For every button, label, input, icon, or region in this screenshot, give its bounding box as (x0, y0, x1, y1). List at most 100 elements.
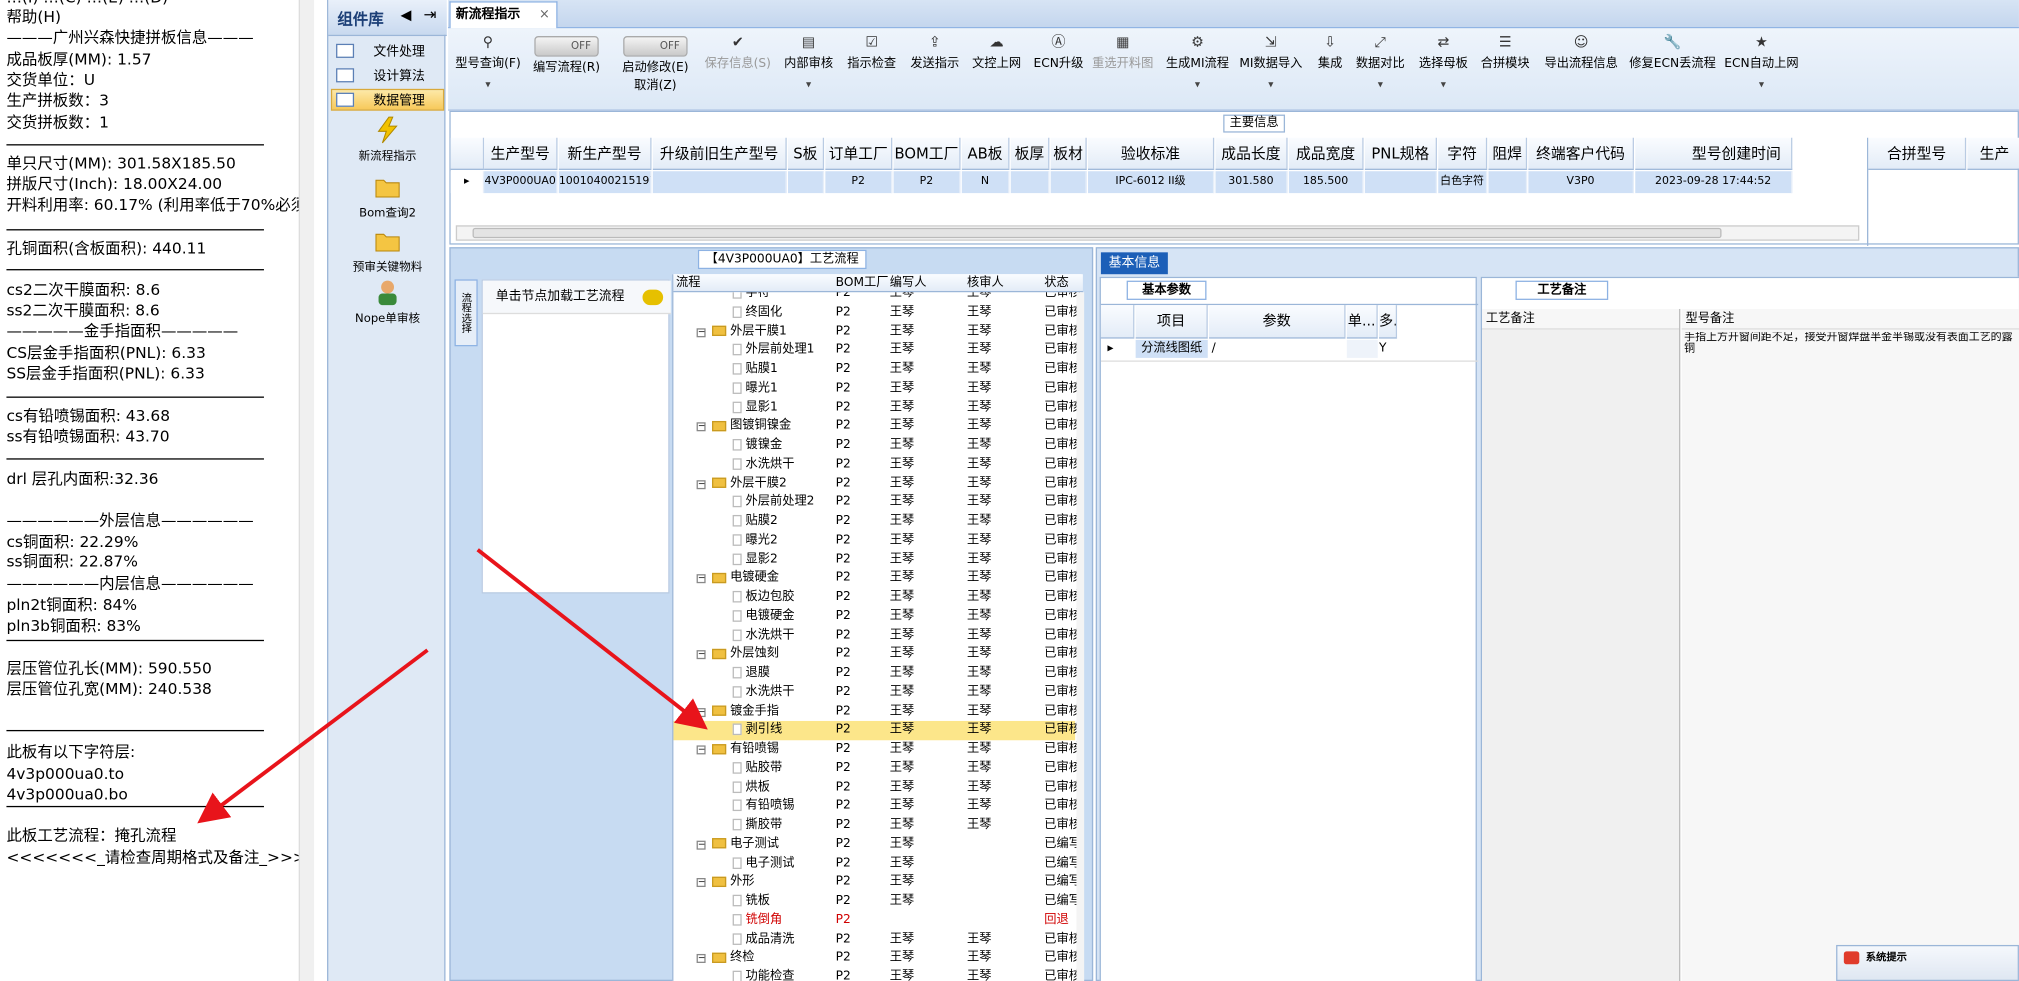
main-info-col-header[interactable]: 生产型号 (484, 137, 558, 170)
toolbar-button[interactable]: ★ ECN自动上网 ▾ (1723, 31, 1800, 108)
process-tree-row[interactable]: − 镀金手指 P2 王琴 王琴 已审核 (673, 702, 1081, 721)
main-info-cell[interactable]: 10010400215197 (558, 171, 652, 194)
process-tree-row[interactable]: − 外层蚀刻 P2 王琴 王琴 已审核 (673, 645, 1081, 664)
complib-bom-query[interactable]: Bom查询2 (328, 173, 446, 220)
param-value-cell[interactable]: / (1209, 340, 1345, 358)
process-tree-row[interactable]: 水洗烘干 P2 王琴 王琴 已审核 (673, 683, 1081, 702)
toolbar-button[interactable]: ✔ 保存信息(S) (699, 31, 776, 108)
dropdown-arrow-icon[interactable]: ▾ (1161, 79, 1233, 91)
param-col-header[interactable]: 多... (1379, 305, 1398, 339)
toolbar-button[interactable]: ☁ 文控上网 (967, 31, 1026, 108)
process-col-header[interactable]: 编写人 (890, 274, 927, 292)
main-info-col-header[interactable]: 阻焊 (1488, 137, 1528, 170)
main-info-cell[interactable]: 4V3P000UA0 (484, 171, 558, 194)
main-info-cell[interactable]: 301.580 (1215, 171, 1288, 194)
process-remark-area[interactable]: 工艺备注 (1482, 308, 1681, 981)
process-tree-row[interactable]: 显影2 P2 王琴 王琴 已审核 (673, 550, 1081, 569)
main-info-cell[interactable]: V3P0 (1528, 171, 1634, 194)
main-info-hscrollbar[interactable] (455, 225, 1860, 241)
toolbar-button[interactable]: ☺ 导出流程信息 (1540, 31, 1622, 108)
param-col-header[interactable]: 项目 (1135, 305, 1208, 339)
tab-new-process[interactable]: 新流程指示 × (449, 1, 558, 29)
expand-toggle-icon[interactable]: − (696, 954, 706, 964)
main-info-col-header[interactable]: S板 (788, 137, 825, 170)
dropdown-arrow-icon[interactable]: ▾ (1352, 79, 1409, 91)
main-info-col-header[interactable]: 板材 (1050, 137, 1087, 170)
pin-icon[interactable]: ⇥ (424, 5, 437, 23)
info-scrollbar[interactable] (298, 0, 315, 981)
expand-toggle-icon[interactable]: − (696, 745, 706, 755)
process-tree-row[interactable]: 撕胶带 P2 王琴 王琴 已审核 (673, 816, 1081, 835)
main-info-cell[interactable]: IPC-6012 II级 (1088, 171, 1215, 194)
complib-prereview-material[interactable]: 预审关键物料 (328, 227, 446, 274)
process-tree-row[interactable]: 烘板 P2 王琴 王琴 已审核 (673, 778, 1081, 797)
main-info-cell[interactable]: N (961, 171, 1010, 194)
tab-basic-params[interactable]: 基本参数 (1126, 280, 1207, 300)
process-tree-row[interactable]: 终固化 P2 王琴 王琴 已审核 (673, 304, 1081, 323)
toolbar-button[interactable]: OFF 启动修改(E) 取消(Z) (615, 31, 695, 108)
process-tree-row[interactable]: 成品清洗 P2 王琴 王琴 已审核 (673, 930, 1081, 949)
close-icon[interactable]: × (539, 3, 550, 29)
expand-toggle-icon[interactable]: − (696, 479, 706, 489)
process-tree-row[interactable]: 退膜 P2 王琴 王琴 已审核 (673, 664, 1081, 683)
expand-toggle-icon[interactable]: − (696, 574, 706, 584)
expand-toggle-icon[interactable]: − (696, 422, 706, 432)
toolbar-button[interactable]: ⚲ 型号查询(F) ▾ (453, 31, 523, 108)
process-tree-row[interactable]: 显影1 P2 王琴 王琴 已审核 (673, 398, 1081, 417)
main-info-cell[interactable]: 2023-09-28 17:44:52 (1635, 171, 1793, 194)
expand-toggle-icon[interactable]: − (696, 650, 706, 660)
basic-info-title[interactable]: 基本信息 (1100, 252, 1168, 275)
process-tree-row[interactable]: 水洗烘干 P2 王琴 王琴 已审核 (673, 626, 1081, 645)
merge-col-header[interactable]: 生产 (1967, 137, 2019, 170)
process-col-header[interactable]: 核审人 (967, 274, 1004, 292)
process-tree-row[interactable]: 水洗烘干 P2 王琴 王琴 已审核 (673, 455, 1081, 474)
toolbar-button[interactable]: OFF 编写流程(R) (528, 31, 605, 108)
param-multi-cell[interactable]: Y (1379, 340, 1397, 358)
process-tree-row[interactable]: 镀镍金 P2 王琴 王琴 已审核 (673, 436, 1081, 455)
process-tree-row[interactable]: 曝光1 P2 王琴 王琴 已审核 (673, 379, 1081, 398)
process-tree-row[interactable]: 功能检查 P2 王琴 王琴 已审核 (673, 968, 1081, 981)
main-info-col-header[interactable]: 板厚 (1010, 137, 1050, 170)
dropdown-arrow-icon[interactable]: ▾ (1414, 79, 1473, 91)
complib-nope-review[interactable]: Nope单审核 (328, 278, 446, 326)
complib-design-algorithm[interactable]: 设计算法 (331, 64, 444, 86)
main-info-col-header[interactable]: 验收标准 (1088, 137, 1215, 170)
process-tree-row[interactable]: 板边包胶 P2 王琴 王琴 已审核 (673, 588, 1081, 607)
expand-toggle-icon[interactable]: − (696, 327, 706, 337)
main-info-cell[interactable]: 185.500 (1288, 171, 1364, 194)
complib-data-management[interactable]: 数据管理 (330, 88, 445, 111)
model-remark-area[interactable]: 型号备注 手指上方开窗间距不足，接受开窗焊盘半金半锡或没有表面工艺的露铜 (1681, 308, 2019, 981)
process-col-header[interactable]: BOM工厂 (836, 274, 889, 292)
toolbar-button[interactable]: ⇲ MI数据导入 ▾ (1237, 31, 1304, 108)
main-info-cell[interactable]: 白色字符 (1438, 171, 1488, 194)
process-tree-row[interactable]: 外层前处理1 P2 王琴 王琴 已审核 (673, 341, 1081, 360)
toolbar-button[interactable]: Ⓐ ECN升级 (1030, 31, 1087, 108)
expand-toggle-icon[interactable]: − (696, 878, 706, 888)
main-info-cell[interactable]: P2 (825, 171, 893, 194)
toolbar-button[interactable]: 🔧 修复ECN丢流程 (1626, 31, 1719, 108)
process-tree-row[interactable]: 剥引线 P2 王琴 王琴 已审核 (673, 721, 1081, 741)
complib-file-processing[interactable]: 文件处理 (331, 40, 444, 62)
process-tree-row[interactable]: 字符 P2 王琴 王琴 已审核 (673, 292, 1081, 303)
process-tree-row[interactable]: 电子测试 P2 王琴 已编写 (673, 854, 1081, 873)
main-info-cell[interactable] (1050, 171, 1087, 194)
merge-col-header[interactable]: 合拼型号 (1868, 137, 1967, 170)
system-prompt-dialog[interactable]: 系统提示 (1836, 944, 2019, 981)
process-col-header[interactable]: 状态 (1044, 274, 1068, 292)
toolbar-button[interactable]: ▦ 重选开料图 (1089, 31, 1156, 108)
main-info-cell[interactable] (1488, 171, 1528, 194)
help-menu[interactable]: 帮助(H) (6, 8, 61, 27)
process-tree-row[interactable]: − 外层干膜2 P2 王琴 王琴 已审核 (673, 474, 1081, 493)
main-info-col-header[interactable]: 升级前旧生产型号 (652, 137, 787, 170)
complib-new-process-instruction[interactable]: 新流程指示 (328, 116, 446, 163)
main-info-cell[interactable]: P2 (893, 171, 961, 194)
expand-toggle-icon[interactable]: − (696, 707, 706, 717)
toolbar-button[interactable]: ▤ 内部审核 ▾ (780, 31, 837, 108)
toggle-switch[interactable]: OFF (534, 36, 599, 57)
toolbar-button-label[interactable]: 取消(Z) (634, 79, 676, 93)
process-tree-row[interactable]: 贴膜2 P2 王琴 王琴 已审核 (673, 512, 1081, 531)
process-tree-row[interactable]: 铣板 P2 王琴 已编写 (673, 892, 1081, 911)
main-info-col-header[interactable]: 成品宽度 (1288, 137, 1364, 170)
process-tree-row[interactable]: 电镀硬金 P2 王琴 王琴 已审核 (673, 607, 1081, 626)
main-info-col-header[interactable]: AB板 (961, 137, 1010, 170)
